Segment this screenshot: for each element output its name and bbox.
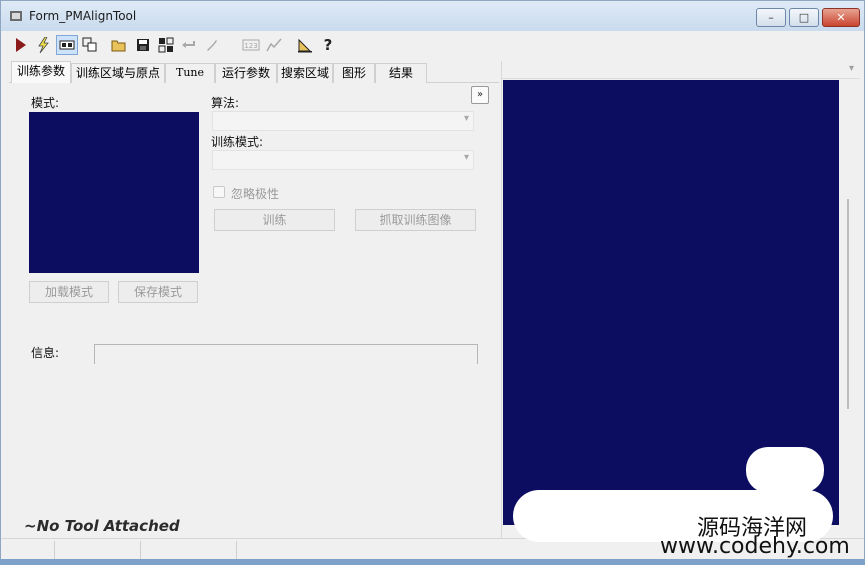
model-label: 模式: — [31, 96, 60, 110]
algorithm-select[interactable]: ▾ — [212, 111, 474, 131]
title-bar: Form_PMAlignTool – □ ✕ — [1, 1, 864, 31]
info-field — [94, 344, 478, 364]
train-button[interactable]: 训练 — [214, 209, 335, 231]
window-title: Form_PMAlignTool — [29, 9, 137, 23]
reset-icon[interactable] — [179, 35, 199, 55]
numeric-icon[interactable]: 123 — [240, 35, 262, 55]
train-mode-label: 训练模式: — [211, 135, 264, 149]
graphics-icon[interactable] — [80, 35, 100, 55]
info-label: 信息: — [31, 346, 60, 360]
tab-training-region-origin[interactable]: 训练区域与原点 — [71, 63, 165, 83]
open-folder-icon[interactable] — [109, 35, 129, 55]
tab-tune[interactable]: Tune — [165, 63, 215, 83]
training-params-panel: 模式: 算法: ▾ 训练模式: ▾ 忽略极性 训练 抓取训练图像 加载模式 保存… — [9, 83, 499, 538]
taskbar-edge — [0, 559, 865, 565]
tab-search-region[interactable]: 搜索区域 — [277, 63, 333, 83]
grab-train-image-button[interactable]: 抓取训练图像 — [355, 209, 476, 231]
tab-results[interactable]: 结果 — [375, 63, 427, 83]
tab-run-params[interactable]: 运行参数 — [215, 63, 277, 83]
display-header: ▾ — [502, 61, 860, 79]
checkmark-icon[interactable] — [264, 35, 284, 55]
close-icon: ✕ — [836, 11, 846, 24]
chevron-down-icon[interactable]: ▾ — [849, 63, 854, 74]
toggle-display-icon[interactable] — [56, 35, 78, 55]
model-image-display[interactable] — [29, 112, 199, 273]
no-tool-status: ~No Tool Attached — [24, 517, 180, 535]
ignore-polarity-checkbox[interactable] — [213, 186, 225, 198]
save-icon[interactable] — [133, 35, 153, 55]
minimize-button[interactable]: – — [756, 8, 786, 27]
help-icon[interactable]: ? — [318, 35, 338, 55]
chevron-down-icon: ▾ — [463, 152, 469, 163]
tab-bar: 训练参数 训练区域与原点 Tune 运行参数 搜索区域 图形 结果 — [9, 61, 499, 83]
ruler-icon[interactable] — [295, 35, 315, 55]
tab-graphics[interactable]: 图形 — [333, 63, 375, 83]
chevron-down-icon: ▾ — [463, 113, 469, 124]
minimize-icon: – — [768, 11, 774, 24]
run-icon[interactable] — [11, 35, 31, 55]
algorithm-label: 算法: — [211, 96, 240, 110]
status-cell — [141, 541, 237, 559]
close-button[interactable]: ✕ — [822, 8, 860, 27]
status-cell — [7, 541, 55, 559]
app-icon — [10, 11, 22, 21]
save-model-button[interactable]: 保存模式 — [118, 281, 198, 303]
vertical-scrollbar[interactable] — [847, 199, 849, 409]
status-cell — [55, 541, 141, 559]
lightning-icon[interactable] — [33, 35, 53, 55]
collapse-button[interactable]: » — [471, 86, 489, 104]
tool-icon[interactable] — [202, 35, 222, 55]
pmalign-tool-window: Form_PMAlignTool – □ ✕ 123 ? 训练参数 训练区域与原… — [0, 0, 865, 565]
maximize-icon: □ — [798, 11, 810, 24]
train-mode-select[interactable]: ▾ — [212, 150, 474, 170]
ignore-polarity-label: 忽略极性 — [231, 187, 280, 201]
toolbar: 123 ? — [9, 32, 859, 58]
redaction-blob — [746, 447, 824, 493]
tab-training-params[interactable]: 训练参数 — [11, 61, 71, 83]
load-model-button[interactable]: 加载模式 — [29, 281, 109, 303]
grid-icon[interactable] — [156, 35, 176, 55]
maximize-button[interactable]: □ — [789, 8, 819, 27]
watermark-url: www.codehy.com — [660, 534, 850, 559]
svg-text:123: 123 — [244, 42, 257, 50]
